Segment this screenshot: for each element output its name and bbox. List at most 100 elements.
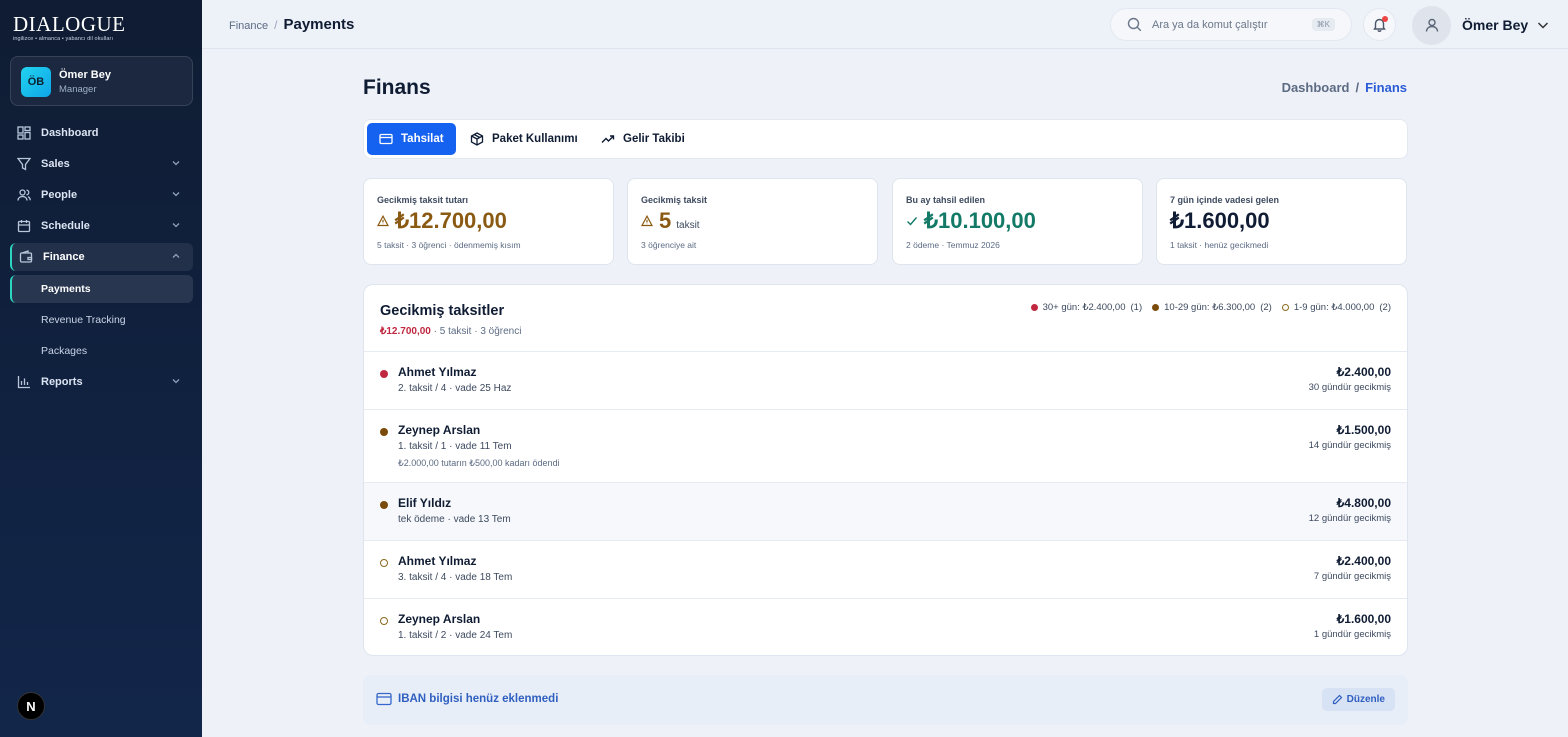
legend-label: 10-29 gün: ₺6.300,00 [1164, 302, 1256, 313]
days-overdue: 30 gündür gecikmiş [1308, 382, 1391, 393]
days-overdue: 14 gündür gecikmiş [1308, 440, 1391, 451]
brand-subtitle: ingilizce • almanca • yabancı dil okulla… [13, 36, 114, 42]
sidebar-item-label: People [41, 189, 78, 201]
overdue-row[interactable]: Zeynep Arslan 1. taksit / 1 · vade 11 Te… [364, 409, 1407, 482]
kpi-value: ₺10.100,00 [924, 208, 1036, 233]
legend-count: (2) [1379, 302, 1391, 313]
installment-detail: 3. taksit / 4 · vade 18 Tem [398, 572, 513, 583]
calendar-icon [17, 219, 31, 233]
panel-title: Gecikmiş taksitler [380, 303, 505, 319]
status-dot [380, 617, 388, 625]
tab-label: Tahsilat [401, 133, 444, 145]
breadcrumb-parent[interactable]: Finance [229, 20, 268, 32]
sidebar-subitem-packages[interactable]: Packages [10, 337, 193, 365]
sidebar-item-dashboard[interactable]: Dashboard [10, 119, 193, 147]
legend-dot [1030, 304, 1038, 311]
student-name: Elif Yıldız [398, 496, 452, 510]
sidebar-item-label: Reports [41, 376, 83, 388]
installment-amount: ₺1.500,00 [1336, 423, 1391, 437]
legend-dot [1152, 304, 1160, 311]
warning-icon [377, 215, 389, 227]
sidebar-item-reports[interactable]: Reports [10, 368, 193, 396]
overdue-row[interactable]: Zeynep Arslan 1. taksit / 2 · vade 24 Te… [364, 598, 1407, 655]
edit-iban-button[interactable]: Düzenle [1321, 688, 1395, 711]
installment-amount: ₺4.800,00 [1336, 496, 1391, 510]
installment-detail: 1. taksit / 2 · vade 24 Tem [398, 630, 513, 641]
aging-legend: 30+ gün: ₺2.400,00 (1) 10-29 gün: ₺6.300… [1030, 302, 1391, 313]
tab-tahsilat[interactable]: Tahsilat [367, 123, 456, 155]
funnel-icon [17, 157, 31, 171]
kpi-value: 5 [659, 208, 672, 233]
dev-tools-badge[interactable]: N [17, 692, 45, 720]
overdue-row[interactable]: Ahmet Yılmaz 3. taksit / 4 · vade 18 Tem… [364, 540, 1407, 598]
user-initials-avatar: ÖB [21, 67, 51, 97]
sidebar-subitem-revenue-tracking[interactable]: Revenue Tracking [10, 306, 193, 334]
breadcrumb: Finance / Payments [229, 16, 354, 33]
kpi-label: Bu ay tahsil edilen [906, 195, 986, 205]
kpi-value-row: ₺10.100,00 [906, 208, 1036, 234]
user-card[interactable]: ÖB Ömer Bey Manager [10, 56, 193, 106]
installment-detail: 1. taksit / 1 · vade 11 Tem [398, 441, 512, 452]
finance-tabs: Tahsilat Paket Kullanımı Gelir Takibi [363, 119, 1408, 159]
search-input[interactable] [1152, 18, 1302, 31]
notifications-button[interactable] [1363, 8, 1396, 41]
brand-logo[interactable]: DIALOGUE ingilizce • almanca • yabancı d… [13, 14, 125, 43]
kpi-subtext: 5 taksit · 3 öğrenci · ödenmemiş kısım [377, 240, 521, 250]
page-breadcrumb-parent[interactable]: Dashboard [1282, 80, 1350, 95]
notification-dot [1382, 16, 1388, 22]
legend-label: 30+ gün: ₺2.400,00 [1042, 302, 1126, 313]
bar-chart-icon [17, 375, 31, 389]
status-dot [380, 370, 388, 378]
kpi-unit: taksit [676, 219, 700, 231]
kpi-due-in-7-days: 7 gün içinde vadesi gelen ₺1.600,00 1 ta… [1156, 178, 1407, 265]
iban-notice-text: IBAN bilgisi henüz eklenmedi [398, 693, 559, 705]
sidebar-subitem-payments[interactable]: Payments [10, 275, 193, 303]
overdue-row[interactable]: Ahmet Yılmaz 2. taksit / 4 · vade 25 Haz… [364, 351, 1407, 409]
sidebar: DIALOGUE ingilizce • almanca • yabancı d… [0, 0, 202, 737]
sidebar-item-schedule[interactable]: Schedule [10, 212, 193, 240]
legend-item-10-29: 10-29 gün: ₺6.300,00 (2) [1152, 302, 1272, 313]
overdue-installments-panel: Gecikmiş taksitler ₺12.700,00 · 5 taksit… [363, 284, 1408, 656]
overdue-row[interactable]: Elif Yıldız tek ödeme · vade 13 Tem ₺4.8… [364, 482, 1407, 540]
search-icon [1127, 17, 1142, 32]
credit-card-icon [376, 692, 392, 706]
sidebar-item-sales[interactable]: Sales [10, 150, 193, 178]
user-menu-button[interactable]: Ömer Bey [1412, 5, 1550, 45]
kpi-collected-this-month: Bu ay tahsil edilen ₺10.100,00 2 ödeme ·… [892, 178, 1143, 265]
tab-gelir-takibi[interactable]: Gelir Takibi [589, 123, 697, 155]
tab-paket-kullanimi[interactable]: Paket Kullanımı [458, 123, 590, 155]
warning-icon [641, 215, 653, 227]
panel-summary: ₺12.700,00 · 5 taksit · 3 öğrenci [380, 326, 521, 337]
chevron-down-icon [171, 189, 181, 202]
kpi-subtext: 2 ödeme · Temmuz 2026 [906, 240, 1000, 250]
user-avatar-icon [1412, 5, 1451, 45]
kpi-value: ₺1.600,00 [1170, 208, 1270, 233]
installment-detail: 2. taksit / 4 · vade 25 Haz [398, 383, 512, 394]
breadcrumb-current: Payments [283, 16, 355, 33]
tab-label: Gelir Takibi [623, 133, 685, 145]
sidebar-item-finance[interactable]: Finance [10, 243, 193, 271]
search-box[interactable]: ⌘K [1110, 8, 1352, 41]
sidebar-item-label: Dashboard [41, 127, 99, 139]
student-name: Ahmet Yılmaz [398, 554, 477, 568]
kpi-value: ₺12.700,00 [395, 208, 507, 233]
page-breadcrumb-separator: / [1355, 80, 1360, 95]
credit-card-icon [379, 132, 393, 146]
trending-up-icon [601, 132, 615, 146]
iban-notice: IBAN bilgisi henüz eklenmedi Düzenle [363, 675, 1408, 725]
days-overdue: 7 gündür gecikmiş [1313, 571, 1391, 582]
legend-count: (2) [1260, 302, 1272, 313]
legend-label: 1-9 gün: ₺4.000,00 [1293, 302, 1375, 313]
package-icon [470, 132, 484, 146]
kpi-value-row: ₺1.600,00 [1170, 208, 1270, 234]
sidebar-item-people[interactable]: People [10, 181, 193, 209]
installment-amount: ₺1.600,00 [1336, 612, 1391, 626]
kpi-value-row: ₺12.700,00 [377, 208, 507, 234]
kpi-label: 7 gün içinde vadesi gelen [1170, 195, 1280, 205]
kpi-subtext: 1 taksit · henüz gecikmedi [1170, 240, 1269, 250]
page-breadcrumb: Dashboard / Finans [1282, 80, 1407, 95]
days-overdue: 12 gündür gecikmiş [1308, 513, 1391, 524]
users-icon [17, 188, 31, 202]
chevron-down-icon [171, 158, 181, 171]
breadcrumb-separator: / [274, 18, 278, 32]
